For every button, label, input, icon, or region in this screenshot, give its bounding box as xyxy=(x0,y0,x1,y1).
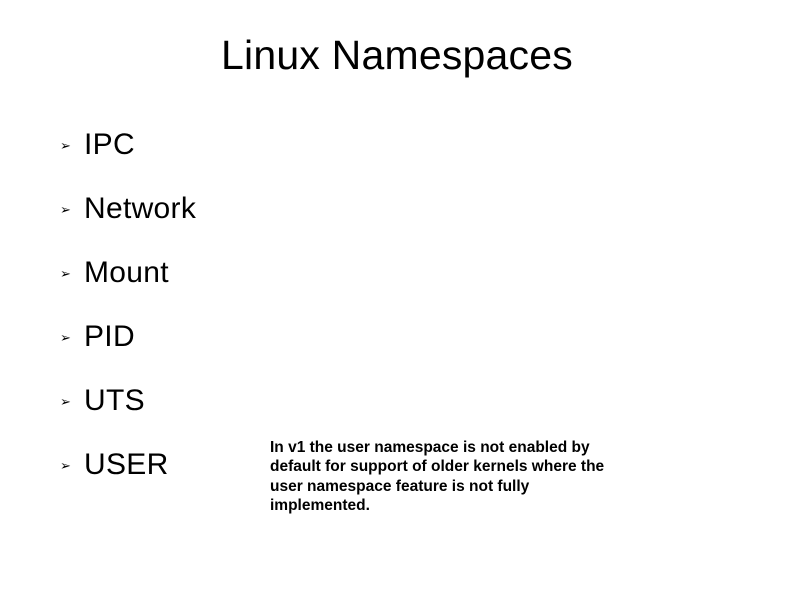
bullet-icon: ➢ xyxy=(60,192,84,226)
bullet-icon: ➢ xyxy=(60,384,84,418)
slide-title: Linux Namespaces xyxy=(0,32,794,79)
list-item-label: IPC xyxy=(84,128,135,162)
bullet-icon: ➢ xyxy=(60,320,84,354)
list-item-label: Mount xyxy=(84,256,169,290)
user-namespace-note: In v1 the user namespace is not enabled … xyxy=(270,438,630,516)
bullet-icon: ➢ xyxy=(60,256,84,290)
list-item-label: UTS xyxy=(84,384,145,418)
bullet-icon: ➢ xyxy=(60,448,84,482)
list-item-label: Network xyxy=(84,192,196,226)
slide: Linux Namespaces ➢ IPC ➢ Network ➢ Mount… xyxy=(0,0,794,595)
list-item: ➢ Mount xyxy=(60,256,380,290)
list-item-label: PID xyxy=(84,320,135,354)
list-item: ➢ IPC xyxy=(60,128,380,162)
list-item: ➢ PID xyxy=(60,320,380,354)
bullet-icon: ➢ xyxy=(60,128,84,162)
list-item: ➢ Network xyxy=(60,192,380,226)
list-item-label: USER xyxy=(84,448,169,482)
list-item: ➢ UTS xyxy=(60,384,380,418)
